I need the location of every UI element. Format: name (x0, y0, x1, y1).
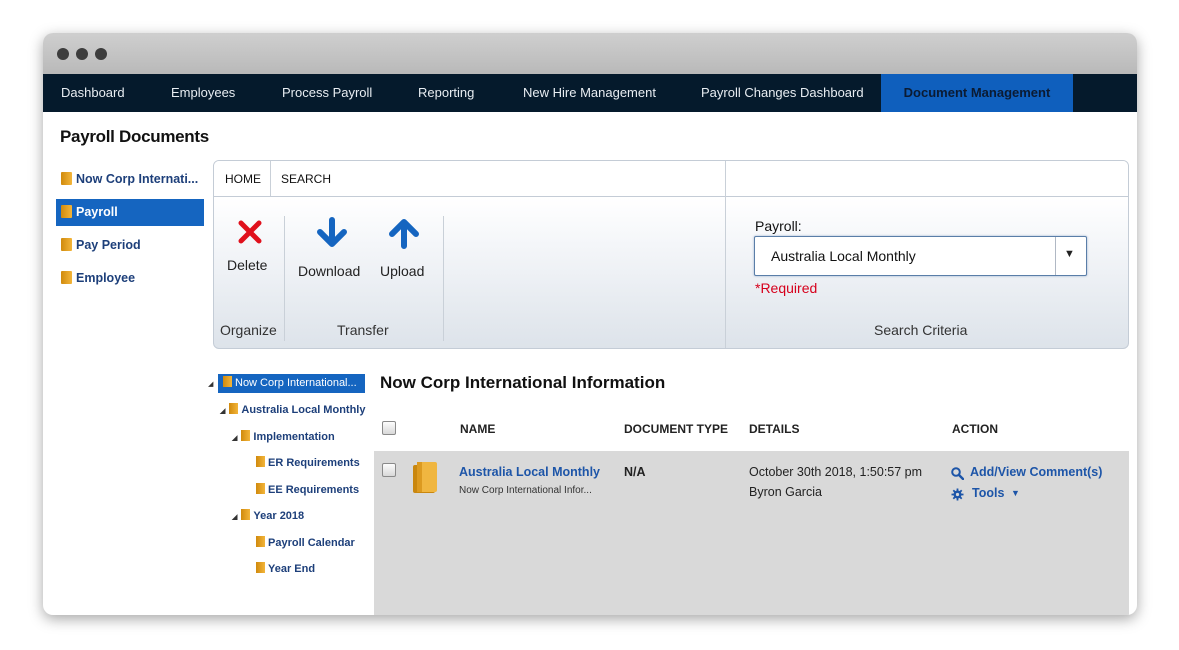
tree-item-label: Payroll Calendar (268, 537, 355, 549)
window-maximize-dot[interactable] (95, 48, 107, 60)
download-arrow-icon (317, 217, 347, 247)
tree-expand-icon[interactable]: ◢ (220, 402, 225, 421)
folder-icon (256, 536, 265, 547)
page-title: Payroll Documents (60, 127, 209, 146)
document-date: October 30th 2018, 1:50:57 pm (749, 465, 923, 479)
document-user: Byron Garcia (749, 485, 822, 499)
sidebar-item-company[interactable]: Now Corp Internati... (56, 166, 204, 193)
nav-employees[interactable]: Employees (171, 74, 235, 112)
folder-icon (229, 403, 239, 414)
folder-icon (256, 562, 265, 573)
folder-icon (256, 456, 265, 467)
delete-button[interactable]: Delete (222, 219, 278, 279)
tree-item-label: Year 2018 (253, 510, 305, 522)
folder-icon (61, 238, 72, 251)
sidebar-item-employee[interactable]: Employee (56, 265, 204, 292)
tree-expand-icon[interactable]: ◢ (208, 380, 213, 388)
folder-icon (61, 271, 72, 284)
nav-payroll-changes-dashboard[interactable]: Payroll Changes Dashboard (701, 74, 864, 112)
document-subtitle: Now Corp International Infor... (459, 485, 592, 496)
required-indicator: *Required (755, 280, 818, 296)
group-label-transfer: Transfer (337, 322, 389, 338)
app-window: Dashboard Employees Process Payroll Repo… (43, 33, 1137, 615)
folder-icon (241, 430, 251, 441)
tree-item-label: Australia Local Monthly (241, 404, 366, 416)
payroll-select[interactable]: Australia Local Monthly ▼ (754, 236, 1087, 276)
sidebar-item-pay-period[interactable]: Pay Period (56, 232, 204, 259)
folder-icon (61, 205, 72, 218)
group-divider (443, 216, 444, 341)
sidebar-item-label: Employee (76, 271, 136, 285)
tab-divider (270, 161, 271, 196)
dropdown-arrow-icon[interactable]: ▼ (1064, 248, 1075, 260)
tree-item-ee-requirements[interactable]: EE Requirements (256, 481, 359, 500)
nav-document-management[interactable]: Document Management (881, 74, 1073, 112)
tree-item-year-end[interactable]: Year End (256, 560, 315, 579)
window-minimize-dot[interactable] (76, 48, 88, 60)
payroll-field-label: Payroll: (755, 218, 802, 234)
select-all-checkbox[interactable] (382, 421, 396, 435)
upload-arrow-icon (389, 219, 419, 249)
delete-x-icon (238, 220, 262, 244)
tree-expand-icon[interactable]: ◢ (232, 508, 237, 527)
folder-icon (241, 509, 251, 520)
nav-dashboard[interactable]: Dashboard (61, 74, 125, 112)
tree-item-label: Year End (268, 563, 316, 575)
tab-home[interactable]: HOME (225, 161, 261, 196)
window-titlebar (43, 33, 1137, 74)
tree-item-year-2018[interactable]: ◢ Year 2018 (232, 507, 304, 526)
document-type-value: N/A (624, 465, 646, 479)
group-divider (725, 196, 726, 348)
sidebar-item-payroll[interactable]: Payroll (56, 199, 204, 226)
delete-label: Delete (227, 257, 268, 273)
folder-icon (223, 376, 232, 387)
sidebar-item-label: Now Corp Internati... (76, 172, 199, 186)
tree-item-implementation[interactable]: ◢ Implementation (232, 428, 335, 447)
caret-down-icon: ▼ (1011, 488, 1020, 498)
ribbon-tabs: HOME SEARCH (214, 161, 1128, 197)
download-label: Download (298, 263, 361, 279)
nav-process-payroll[interactable]: Process Payroll (282, 74, 372, 112)
tree-item-label: ER Requirements (268, 457, 360, 469)
tree-item-payroll-calendar[interactable]: Payroll Calendar (256, 534, 355, 553)
column-header-document-type[interactable]: DOCUMENT TYPE (624, 422, 728, 436)
column-header-details[interactable]: DETAILS (749, 422, 799, 436)
sidebar-item-label: Payroll (76, 205, 118, 219)
row-checkbox[interactable] (382, 463, 396, 477)
search-icon (951, 467, 964, 480)
window-close-dot[interactable] (57, 48, 69, 60)
tree-item-label: EE Requirements (268, 484, 360, 496)
tree-item-australia-local-monthly[interactable]: ◢ Australia Local Monthly (220, 401, 365, 420)
upload-button[interactable]: Upload (378, 219, 438, 283)
group-divider (284, 216, 285, 341)
tab-divider (725, 161, 726, 196)
tree-expand-icon[interactable]: ◢ (232, 429, 237, 448)
top-navbar: Dashboard Employees Process Payroll Repo… (43, 74, 1137, 112)
group-label-search-criteria: Search Criteria (874, 322, 968, 338)
nav-reporting[interactable]: Reporting (418, 74, 474, 112)
document-name-link[interactable]: Australia Local Monthly (459, 465, 600, 479)
tree-item-root[interactable]: Now Corp International... (218, 374, 365, 393)
ribbon-toolbar: HOME SEARCH Delete Download Upload Organ… (213, 160, 1129, 349)
select-divider (1055, 237, 1056, 275)
gear-icon (951, 488, 964, 501)
nav-new-hire-management[interactable]: New Hire Management (523, 74, 656, 112)
tree-item-label: Implementation (253, 431, 335, 443)
tools-label: Tools (972, 486, 1005, 500)
download-button[interactable]: Download (296, 217, 368, 283)
sidebar-item-label: Pay Period (76, 238, 141, 252)
tree-item-er-requirements[interactable]: ER Requirements (256, 454, 360, 473)
folder-icon (61, 172, 72, 185)
folder-icon (413, 462, 437, 493)
content-title: Now Corp International Information (380, 373, 666, 392)
column-header-name[interactable]: NAME (460, 422, 495, 436)
tab-search[interactable]: SEARCH (281, 161, 331, 196)
payroll-select-value: Australia Local Monthly (771, 248, 916, 264)
folder-icon (256, 483, 265, 494)
group-label-organize: Organize (220, 322, 277, 338)
comments-link-label: Add/View Comment(s) (970, 465, 1103, 479)
column-header-action[interactable]: ACTION (952, 422, 998, 436)
tree-item-label: Now Corp International... (235, 377, 357, 389)
upload-label: Upload (380, 263, 425, 279)
